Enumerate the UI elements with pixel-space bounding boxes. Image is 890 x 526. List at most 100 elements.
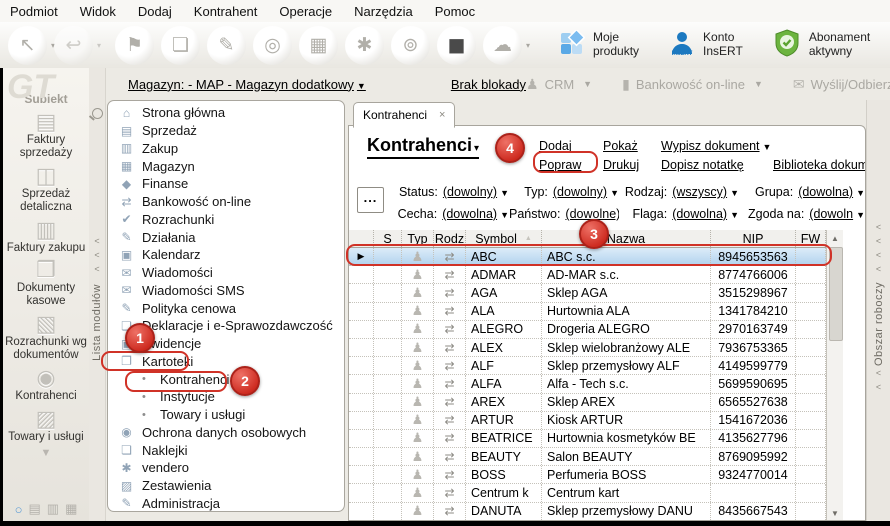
biblioteka-dokumentow-link[interactable]: Biblioteka dokument (773, 158, 866, 172)
tree-item-rozrachunki[interactable]: ✔Rozrachunki (108, 211, 344, 229)
tree-item-działania[interactable]: ✎Działania (108, 228, 344, 246)
filter-value[interactable]: (dowoln (809, 207, 853, 221)
footer-circle-icon[interactable]: ○ (15, 502, 23, 517)
menu-item-widok[interactable]: Widok (80, 2, 128, 21)
module-dokumenty-kasowe[interactable]: ❒Dokumenty kasowe (3, 256, 89, 310)
gear-button[interactable]: ✱ (345, 26, 384, 65)
filter-row-1: Status:(dowolny)▼Typ:(dowolny)▼Rodzaj:(w… (389, 185, 866, 199)
select-tool-button[interactable]: ↖▾ (8, 26, 47, 65)
close-icon[interactable]: × (439, 109, 445, 121)
scroll-up-icon[interactable]: ▲ (827, 231, 843, 246)
globe-button[interactable]: ⊚ (391, 26, 430, 65)
edit-document-button[interactable]: ✎ (207, 26, 246, 65)
action-link-pokaż[interactable]: Pokaż (603, 139, 647, 153)
tree-rozrachunki-icon: ✔ (119, 212, 134, 226)
cube-button[interactable]: ◼ (437, 26, 476, 65)
crm-button[interactable]: ♟CRM▼ (526, 76, 592, 93)
module-towary-uslugi[interactable]: ▨Towary i usługi (3, 405, 89, 446)
moje-produkty-button[interactable]: Moje produkty (559, 30, 639, 60)
filter-value[interactable]: (dowolny) (553, 185, 607, 199)
new-document-button[interactable]: ❏ (161, 26, 200, 65)
table-row[interactable]: ♟⇄ALEXSklep wielobranżowy ALE7936753365 (349, 339, 843, 357)
tree-item-kalendarz[interactable]: ▣Kalendarz (108, 246, 344, 264)
module-rozrachunki[interactable]: ▧Rozrachunki wg dokumentów (3, 310, 89, 364)
table-row[interactable]: ♟⇄ALFSklep przemysłowy ALF4149599779 (349, 357, 843, 375)
table-row[interactable]: ♟⇄ADMARAD-MAR s.c.8774766006 (349, 266, 843, 284)
tree-item-ochrona-danych-osobowych[interactable]: ◉Ochrona danych osobowych (108, 424, 344, 442)
menu-item-operacje[interactable]: Operacje (279, 2, 344, 21)
tree-item-administracja[interactable]: ✎Administracja (108, 495, 344, 513)
tree-item-wiadomości-sms[interactable]: ✉Wiadomości SMS (108, 282, 344, 300)
shield-check-icon (773, 29, 801, 61)
table-row[interactable]: ♟⇄AREXSklep AREX6565527638 (349, 394, 843, 412)
module-sprzedaz-detaliczna[interactable]: ◫Sprzedaż detaliczna (3, 162, 89, 216)
cell-fw (796, 375, 826, 392)
tree-item-naklejki[interactable]: ❏Naklejki (108, 441, 344, 459)
action-link-drukuj[interactable]: Drukuj (603, 158, 647, 172)
table-row[interactable]: ♟⇄Centrum kCentrum kart (349, 484, 843, 502)
stamp-button[interactable]: ◎ (253, 26, 292, 65)
table-row[interactable]: ♟⇄ARTURKiosk ARTUR1541672036 (349, 412, 843, 430)
flag-button[interactable]: ⚑ (115, 26, 154, 65)
menu-item-kontrahent[interactable]: Kontrahent (194, 2, 270, 21)
scrollbar-thumb[interactable] (829, 247, 843, 341)
tree-item-strona-główna[interactable]: ⌂Strona główna (108, 104, 344, 122)
tree-item-magazyn[interactable]: ▦Magazyn (108, 157, 344, 175)
table-row[interactable]: ♟⇄BOSSPerfumeria BOSS9324770014 (349, 466, 843, 484)
tree-item-zakup[interactable]: ▥Zakup (108, 140, 344, 158)
table-row[interactable]: ♟⇄BEAUTYSalon BEAUTY8769095992 (349, 448, 843, 466)
tree-item-towary-i-usługi[interactable]: •Towary i usługi (108, 406, 344, 424)
menu-item-narzędzia[interactable]: Narzędzia (354, 2, 425, 21)
workspace-collapse-strip[interactable]: <<<<Obszar roboczy<< (866, 100, 890, 521)
table-row[interactable]: ♟⇄AGASklep AGA3515298967 (349, 284, 843, 302)
table-scrollbar[interactable]: ▲ ▼ (826, 230, 843, 521)
module-faktury-zakupu[interactable]: ▥Faktury zakupu (3, 216, 89, 257)
filter-value[interactable]: (dowolna) (672, 207, 727, 221)
cell-rodz: ⇄ (434, 339, 466, 356)
cell-typ: ♟ (402, 412, 434, 429)
tree-item-bankowość-on-line[interactable]: ⇄Bankowość on-line (108, 193, 344, 211)
scroll-down-icon[interactable]: ▼ (827, 506, 843, 521)
table-row[interactable]: ♟⇄BEATRICEHurtownia kosmetyków BE4135627… (349, 430, 843, 448)
filter-value[interactable]: (dowolna) (442, 207, 497, 221)
magazyn-selector-link[interactable]: Magazyn: - MAP - Magazyn dodatkowy▼ (128, 77, 366, 92)
back-arrow-button[interactable]: ↩▾ (54, 26, 93, 65)
tree-item-sprzedaż[interactable]: ▤Sprzedaż (108, 122, 344, 140)
tree-item-polityka-cenowa[interactable]: ✎Polityka cenowa (108, 299, 344, 317)
brak-blokady-link[interactable]: Brak blokady (451, 77, 526, 92)
module-list-collapse-strip[interactable]: <<<Lista modułów (89, 68, 106, 521)
filter-value[interactable]: (dowolny) (443, 185, 497, 199)
konto-insert-button[interactable]: InsERTKonto InsERT (669, 30, 743, 60)
tree-item-vendero[interactable]: ✱vendero (108, 459, 344, 477)
more-modules-arrow[interactable]: ▼ (41, 447, 52, 459)
abonament-button[interactable]: Abonament aktywny (773, 29, 890, 61)
tree-item-finanse[interactable]: ◆Finanse (108, 175, 344, 193)
module-kontrahenci[interactable]: ◉Kontrahenci (3, 364, 89, 405)
action-link-dopisz-notatkę[interactable]: Dopisz notatkę (661, 158, 771, 172)
bankowosc-button[interactable]: ▮Bankowość on-line▼ (622, 76, 763, 93)
table-row[interactable]: ♟⇄ALEGRODrogeria ALEGRO2970163749 (349, 321, 843, 339)
cell-nip: 5699590695 (711, 375, 796, 392)
table-row[interactable]: ♟⇄ALFAAlfa - Tech s.c.5699590695 (349, 375, 843, 393)
wyslij-odbierz-button[interactable]: ✉Wyślij/Odbierz▼ (793, 76, 890, 93)
filter-value[interactable]: (dowolna) (798, 185, 853, 199)
printer-button[interactable]: ▦ (299, 26, 338, 65)
module-faktury-sprzedazy[interactable]: ▤Faktury sprzedaży (3, 108, 89, 162)
footer-package-icon[interactable]: ▦ (65, 501, 77, 517)
footer-box-icon[interactable]: ▥ (47, 501, 59, 517)
tab-kontrahenci[interactable]: Kontrahenci × (353, 102, 455, 128)
menu-item-dodaj[interactable]: Dodaj (138, 2, 184, 21)
action-link-wypisz-dokument[interactable]: Wypisz dokument▼ (661, 139, 771, 153)
tree-item-zestawienia[interactable]: ▨Zestawienia (108, 477, 344, 495)
menu-item-podmiot[interactable]: Podmiot (10, 2, 70, 21)
menu-item-pomoc[interactable]: Pomoc (435, 2, 487, 21)
more-filters-button[interactable]: ... (357, 187, 384, 213)
tree-item-wiadomości[interactable]: ✉Wiadomości (108, 264, 344, 282)
cell-typ: ♟ (402, 357, 434, 374)
page-title[interactable]: Kontrahenci▾ (367, 135, 479, 159)
cloud-button[interactable]: ☁▾ (483, 26, 522, 65)
filter-value[interactable]: (wszyscy) (672, 185, 727, 199)
table-row[interactable]: ♟⇄ALAHurtownia ALA1341784210 (349, 303, 843, 321)
footer-coins-icon[interactable]: ▤ (28, 501, 40, 517)
table-row[interactable]: ♟⇄DANUTASklep przemysłowy DANU8435667543 (349, 503, 843, 521)
